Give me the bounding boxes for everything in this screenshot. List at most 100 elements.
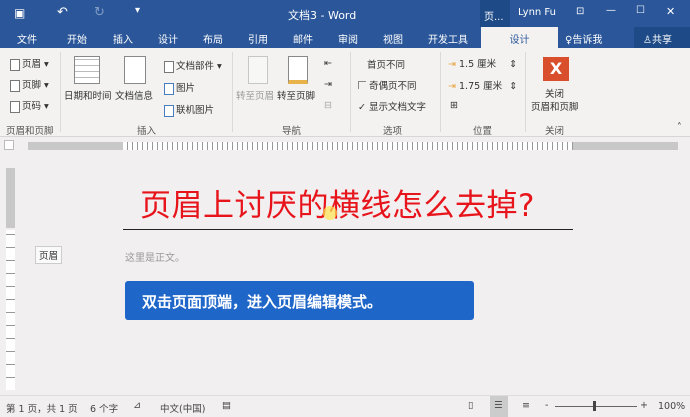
cursor-highlight — [323, 206, 337, 220]
docinfo-button[interactable]: 文档信息 — [115, 88, 153, 102]
picture-icon — [164, 82, 174, 95]
share-button[interactable]: ♙共享 — [634, 27, 690, 48]
doc-heading[interactable]: 页眉上讨厌的横线怎么去掉? — [140, 180, 535, 225]
first-page-different-checkbox[interactable]: 首页不同 — [358, 57, 405, 71]
divider — [525, 52, 526, 132]
zoom-slider-thumb[interactable] — [593, 401, 596, 411]
tab-selector[interactable] — [4, 140, 14, 150]
group-label-options: 选项 — [383, 126, 403, 137]
zoom-level[interactable]: 100% — [658, 401, 685, 412]
datetime-button[interactable]: 日期和时间 — [64, 88, 112, 102]
tab-layout[interactable]: 布局 — [203, 31, 223, 46]
calendar-icon — [74, 56, 100, 84]
footer-pos-icon: ⇥ — [448, 81, 456, 92]
header-line[interactable] — [123, 229, 573, 230]
status-bar: 第 1 页，共 1 页 6 个字 ⊿ 中文(中国) ▤ ▯ ☰ ≡ - + 10… — [0, 395, 690, 417]
previous-icon[interactable]: ⇤ — [324, 58, 332, 69]
header-position-field[interactable]: ⇥ 1.5 厘米 ⇕ — [448, 56, 517, 70]
tab-design[interactable]: 设计 — [158, 31, 178, 46]
online-picture-button[interactable]: 联机图片 — [164, 102, 214, 117]
ruler-margin-left — [28, 142, 123, 150]
link-previous-icon[interactable]: ⊟ — [324, 100, 332, 111]
web-layout-icon[interactable]: ≡ — [522, 400, 530, 411]
horizontal-ruler[interactable] — [0, 137, 690, 155]
divider — [232, 52, 233, 132]
close-icon[interactable]: ✕ — [666, 5, 675, 18]
vertical-ruler — [6, 230, 15, 390]
divider — [350, 52, 351, 132]
tab-insert[interactable]: 插入 — [113, 31, 133, 46]
divider — [60, 52, 61, 132]
maximize-icon[interactable]: ☐ — [636, 5, 645, 16]
save-icon[interactable]: ▣ — [14, 6, 25, 20]
header-button[interactable]: 页眉 ▾ — [10, 56, 49, 71]
tab-references[interactable]: 引用 — [248, 31, 268, 46]
close-hf-icon[interactable]: X — [543, 57, 569, 81]
header-tag: 页眉 — [35, 246, 63, 264]
person-icon: ♙ — [643, 35, 652, 46]
header-pos-icon: ⇥ — [448, 59, 456, 70]
tab-home[interactable]: 开始 — [67, 31, 87, 46]
footer-icon — [10, 79, 20, 92]
proofing-icon[interactable]: ⊿ — [133, 400, 141, 411]
page-number-button[interactable]: 页码 ▾ — [10, 98, 49, 113]
goto-header-button[interactable]: 转至页眉 — [236, 88, 274, 102]
goto-footer-button[interactable]: 转至页脚 — [277, 88, 315, 102]
header-icon — [10, 58, 20, 71]
group-label-close: 关闭 — [545, 126, 565, 137]
picture-button[interactable]: 图片 — [164, 80, 195, 95]
online-picture-icon — [164, 104, 174, 117]
callout-box: 双击页面顶端，进入页眉编辑模式。 — [125, 281, 474, 320]
tab-review[interactable]: 审阅 — [338, 31, 358, 46]
ruler-margin-right — [573, 142, 678, 150]
minimize-icon[interactable]: — — [606, 5, 616, 16]
tab-hf-design[interactable]: 设计 — [481, 27, 558, 48]
macro-icon[interactable]: ▤ — [222, 400, 231, 411]
redo-icon[interactable]: ↻ — [94, 5, 105, 20]
footer-position-field[interactable]: ⇥ 1.75 厘米 ⇕ — [448, 78, 517, 92]
zoom-out-icon[interactable]: - — [545, 400, 548, 411]
ruler-text-area — [123, 142, 573, 150]
quick-parts-icon — [164, 60, 174, 73]
group-label-hf: 页眉和页脚 — [6, 126, 54, 137]
group-label-insert: 插入 — [137, 126, 157, 137]
show-doc-text-checkbox[interactable]: ✓ 显示文档文字 — [358, 99, 426, 113]
quick-parts-button[interactable]: 文档部件 ▾ — [164, 58, 222, 73]
tab-developer[interactable]: 开发工具 — [428, 31, 468, 46]
tell-me[interactable]: ♀告诉我 — [565, 31, 602, 46]
close-hf-button-line2[interactable]: 页眉和页脚 — [531, 99, 579, 113]
customize-icon[interactable]: ▾ — [135, 5, 140, 16]
body-text[interactable]: 这里是正文。 — [125, 249, 185, 264]
undo-icon[interactable]: ↶ — [57, 5, 68, 20]
ribbon-display-icon[interactable]: ⊡ — [576, 6, 584, 17]
read-mode-icon[interactable]: ▯ — [468, 400, 473, 411]
ribbon-tabs: 文件 开始 插入 设计 布局 引用 邮件 审阅 视图 开发工具 设计 ♀告诉我 … — [0, 27, 690, 48]
window-title: 文档3 - Word — [288, 9, 357, 22]
vertical-ruler-margin — [6, 168, 15, 228]
context-tab-label: 页... — [480, 0, 510, 27]
tab-file[interactable]: 文件 — [17, 31, 37, 46]
goto-header-icon — [248, 56, 268, 84]
tab-mailings[interactable]: 邮件 — [293, 31, 313, 46]
user-name[interactable]: Lynn Fu — [518, 7, 556, 18]
footer-button[interactable]: 页脚 ▾ — [10, 77, 49, 92]
zoom-in-icon[interactable]: + — [640, 400, 648, 411]
doc-info-icon — [124, 56, 146, 84]
title-bar: ▣ ↶ ↻ ▾ 文档3 - Word 页... Lynn Fu ⊡ — ☐ ✕ — [0, 0, 690, 27]
odd-even-checkbox[interactable]: 奇偶页不同 — [358, 78, 417, 92]
tab-view[interactable]: 视图 — [383, 31, 403, 46]
zoom-slider[interactable] — [555, 406, 637, 407]
alignment-tab-icon[interactable]: ⊞ — [450, 100, 458, 111]
collapse-ribbon-icon[interactable]: ˄ — [677, 122, 682, 133]
next-icon[interactable]: ⇥ — [324, 79, 332, 90]
page-count[interactable]: 第 1 页，共 1 页 — [6, 401, 78, 415]
ribbon: 页眉 ▾ 页脚 ▾ 页码 ▾ 页眉和页脚 日期和时间 文档信息 文档部件 ▾ 图… — [0, 48, 690, 137]
group-label-nav: 导航 — [282, 126, 302, 137]
close-hf-button[interactable]: 关闭 — [545, 86, 564, 100]
word-count[interactable]: 6 个字 — [90, 401, 118, 415]
print-layout-icon[interactable]: ☰ — [490, 396, 508, 417]
group-label-position: 位置 — [473, 126, 493, 137]
checkmark-icon: ✓ — [358, 102, 366, 113]
language[interactable]: 中文(中国) — [160, 401, 205, 415]
goto-footer-icon — [288, 56, 308, 84]
